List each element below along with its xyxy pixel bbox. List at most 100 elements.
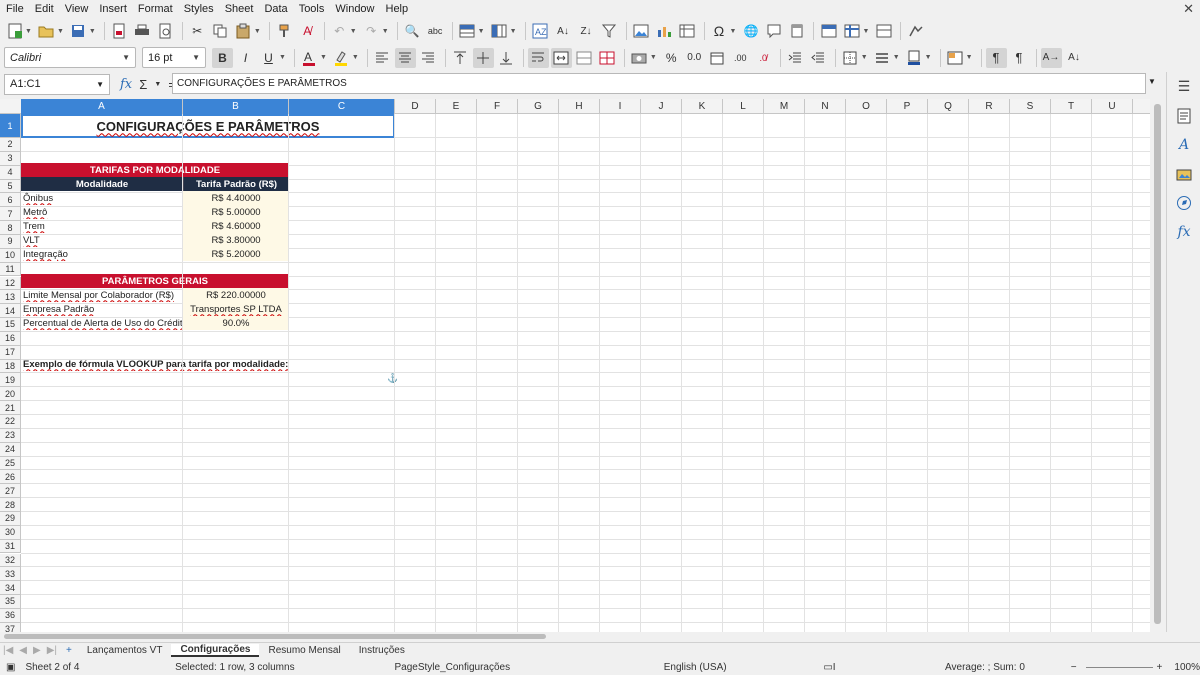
- clone-formatting-icon[interactable]: [274, 21, 295, 41]
- number-format-icon[interactable]: 0.0: [684, 48, 705, 68]
- page-style[interactable]: PageStyle_Configurações: [394, 662, 663, 673]
- column-header-q[interactable]: Q: [928, 99, 969, 114]
- tarifa-value-cell[interactable]: R$ 4.60000: [183, 219, 289, 233]
- redo-icon[interactable]: ↷: [361, 21, 382, 41]
- navigator-icon[interactable]: [1167, 188, 1200, 217]
- zoom-level[interactable]: 100%: [1174, 662, 1200, 673]
- column-header-k[interactable]: K: [682, 99, 723, 114]
- column-header-t[interactable]: T: [1051, 99, 1092, 114]
- currency-format-icon[interactable]: [629, 48, 650, 68]
- paste-dropdown-icon[interactable]: ▼: [254, 28, 261, 35]
- merge-center-icon[interactable]: [550, 47, 572, 68]
- borders-dropdown-icon[interactable]: ▼: [861, 54, 868, 61]
- title-cell[interactable]: CONFIGURAÇÕES E PARÂMETROS: [21, 114, 395, 138]
- align-left-icon[interactable]: [372, 48, 393, 68]
- freeze-rows-columns-icon[interactable]: [841, 21, 862, 41]
- param-value-cell[interactable]: 90.0%: [183, 316, 289, 330]
- sum-dropdown-icon[interactable]: ▼: [154, 81, 161, 88]
- freeze-dropdown-icon[interactable]: ▼: [862, 28, 869, 35]
- param-name-cell[interactable]: Percentual de Alerta de Uso do Crédito: [21, 316, 183, 330]
- sidebar-menu-icon[interactable]: ☰: [1167, 72, 1200, 101]
- tab-resumo-mensal[interactable]: Resumo Mensal: [259, 645, 349, 656]
- spelling-icon[interactable]: abc: [425, 21, 446, 41]
- insert-image-icon[interactable]: [631, 21, 652, 41]
- headers-footers-icon[interactable]: [786, 21, 807, 41]
- column-header-o[interactable]: O: [846, 99, 887, 114]
- redo-dropdown-icon[interactable]: ▼: [382, 28, 389, 35]
- row-header-7[interactable]: 7: [0, 207, 21, 222]
- col-tarifa-header[interactable]: Tarifa Padrão (R$): [183, 177, 289, 191]
- underline-dropdown-icon[interactable]: ▼: [279, 54, 286, 61]
- row-header-2[interactable]: 2: [0, 138, 21, 152]
- row-header-25[interactable]: 25: [0, 456, 21, 471]
- gallery-icon[interactable]: [1167, 159, 1200, 188]
- row-header-19[interactable]: 19: [0, 373, 21, 388]
- menu-edit[interactable]: Edit: [35, 3, 54, 15]
- zoom-out-icon[interactable]: −: [1071, 662, 1083, 673]
- insert-chart-icon[interactable]: [654, 21, 675, 41]
- decrease-indent-icon[interactable]: [808, 48, 829, 68]
- wrap-text-icon[interactable]: [527, 47, 549, 68]
- menu-sheet[interactable]: Sheet: [225, 3, 254, 15]
- horizontal-scrollbar[interactable]: [0, 632, 1150, 642]
- column-header-l[interactable]: L: [723, 99, 764, 114]
- row-header-10[interactable]: 10: [0, 248, 21, 263]
- row-header-36[interactable]: 36: [0, 608, 21, 623]
- row-header-3[interactable]: 3: [0, 151, 21, 166]
- tab-instrucoes[interactable]: Instruções: [350, 645, 414, 656]
- menu-styles[interactable]: Styles: [184, 3, 214, 15]
- delete-decimal-icon[interactable]: .0̸: [753, 48, 774, 68]
- column-header-b[interactable]: B: [183, 99, 289, 114]
- copy-icon[interactable]: [210, 21, 231, 41]
- row-header-27[interactable]: 27: [0, 484, 21, 499]
- anchor-icon[interactable]: ⚓: [385, 371, 397, 385]
- align-right-icon[interactable]: [418, 48, 439, 68]
- next-sheet-nav-icon[interactable]: ▶: [30, 645, 44, 656]
- tarifa-value-cell[interactable]: R$ 4.40000: [183, 191, 289, 205]
- column-header-e[interactable]: E: [436, 99, 477, 114]
- pivot-table-icon[interactable]: [677, 21, 698, 41]
- tarifa-name-cell[interactable]: Integração: [21, 247, 183, 261]
- menu-format[interactable]: Format: [138, 3, 173, 15]
- row-header-30[interactable]: 30: [0, 525, 21, 540]
- conditional-format-icon[interactable]: [945, 48, 966, 68]
- language-status[interactable]: English (USA): [664, 662, 824, 673]
- highlight-dropdown-icon[interactable]: ▼: [352, 54, 359, 61]
- column-header-n[interactable]: N: [805, 99, 846, 114]
- add-sheet-icon[interactable]: +: [60, 645, 78, 656]
- chevron-down-icon[interactable]: ▼: [122, 53, 130, 62]
- date-format-icon[interactable]: [707, 48, 728, 68]
- tarifa-name-cell[interactable]: Metrô: [21, 205, 183, 219]
- param-value-cell[interactable]: R$ 220.00000: [183, 288, 289, 302]
- row-header-32[interactable]: 32: [0, 553, 21, 568]
- row-header-35[interactable]: 35: [0, 595, 21, 609]
- font-color-dropdown-icon[interactable]: ▼: [320, 54, 327, 61]
- row-header-14[interactable]: 14: [0, 304, 21, 319]
- clear-formatting-icon[interactable]: A̸: [297, 21, 318, 41]
- zoom-in-icon[interactable]: +: [1156, 662, 1174, 673]
- first-sheet-nav-icon[interactable]: |◀: [0, 645, 16, 656]
- currency-dropdown-icon[interactable]: ▼: [650, 54, 657, 61]
- split-window-icon[interactable]: [873, 21, 894, 41]
- summary-status[interactable]: Average: ; Sum: 0: [945, 662, 1071, 673]
- find-replace-icon[interactable]: 🔍: [402, 21, 423, 41]
- tarifa-value-cell[interactable]: R$ 3.80000: [183, 233, 289, 247]
- row-header-28[interactable]: 28: [0, 498, 21, 512]
- styles-icon[interactable]: A: [1167, 130, 1200, 159]
- column-header-g[interactable]: G: [518, 99, 559, 114]
- column-header-f[interactable]: F: [477, 99, 518, 114]
- row-header-31[interactable]: 31: [0, 539, 21, 554]
- new-dropdown-icon[interactable]: ▼: [25, 28, 32, 35]
- row-header-18[interactable]: 18: [0, 359, 21, 374]
- text-horizontal-icon[interactable]: A→: [1040, 47, 1062, 68]
- row-header-37[interactable]: 37: [0, 622, 21, 632]
- menu-window[interactable]: Window: [335, 3, 374, 15]
- expand-formula-icon[interactable]: ▼: [1148, 77, 1156, 86]
- row-header-13[interactable]: 13: [0, 290, 21, 305]
- menu-tools[interactable]: Tools: [299, 3, 325, 15]
- export-pdf-icon[interactable]: [109, 21, 130, 41]
- column-header-s[interactable]: S: [1010, 99, 1051, 114]
- column-header-p[interactable]: P: [887, 99, 928, 114]
- save-icon[interactable]: [68, 21, 89, 41]
- menu-insert[interactable]: Insert: [99, 3, 127, 15]
